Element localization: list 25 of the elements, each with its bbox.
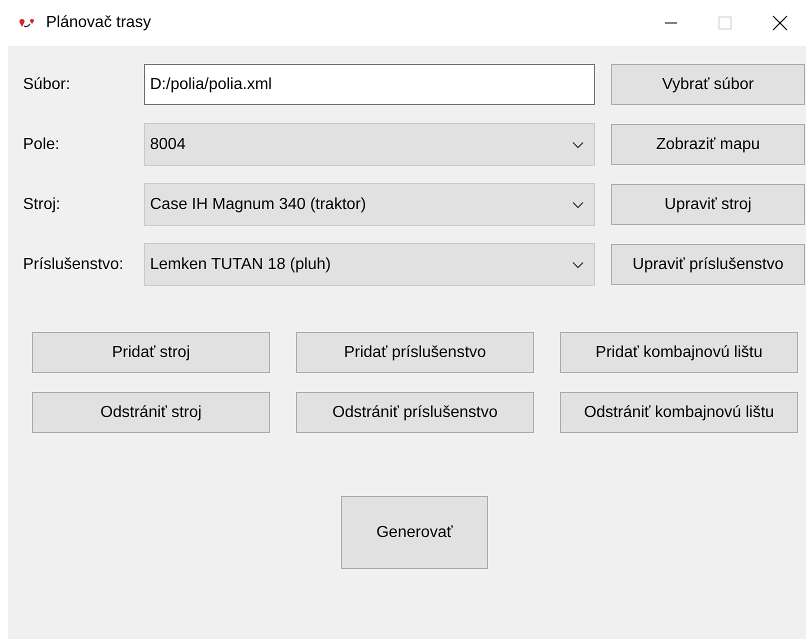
action-button[interactable]: Pridať príslušenstvo	[296, 332, 534, 373]
close-icon[interactable]	[772, 15, 788, 31]
action-button[interactable]: Pridať stroj	[32, 332, 270, 373]
side-button[interactable]: Vybrať súbor	[611, 64, 805, 105]
side-button[interactable]: Upraviť stroj	[611, 184, 805, 225]
chevron-down-icon	[572, 260, 584, 268]
action-button[interactable]: Pridať kombajnovú lištu	[560, 332, 798, 373]
action-button[interactable]: Odstrániť stroj	[32, 392, 270, 433]
generate-button[interactable]: Generovať	[341, 496, 488, 569]
file-path-field[interactable]: D:/polia/polia.xml	[144, 64, 595, 105]
dropdown[interactable]: Case IH Magnum 340 (traktor)	[144, 183, 595, 226]
action-button[interactable]: Odstrániť príslušenstvo	[296, 392, 534, 433]
field-label: Stroj:	[23, 196, 62, 214]
field-label: Súbor:	[23, 76, 72, 94]
field-label: Príslušenstvo:	[23, 256, 124, 274]
side-button[interactable]: Upraviť príslušenstvo	[611, 244, 805, 285]
action-button[interactable]: Odstrániť kombajnovú lištu	[560, 392, 798, 433]
chevron-down-icon	[572, 140, 584, 148]
app-icon	[18, 17, 36, 29]
dropdown[interactable]: 8004	[144, 123, 595, 166]
window-title: Plánovač trasy	[46, 14, 151, 32]
field-label: Pole:	[23, 136, 60, 154]
side-button[interactable]: Zobraziť mapu	[611, 124, 805, 165]
dropdown[interactable]: Lemken TUTAN 18 (pluh)	[144, 243, 595, 286]
chevron-down-icon	[572, 200, 584, 208]
